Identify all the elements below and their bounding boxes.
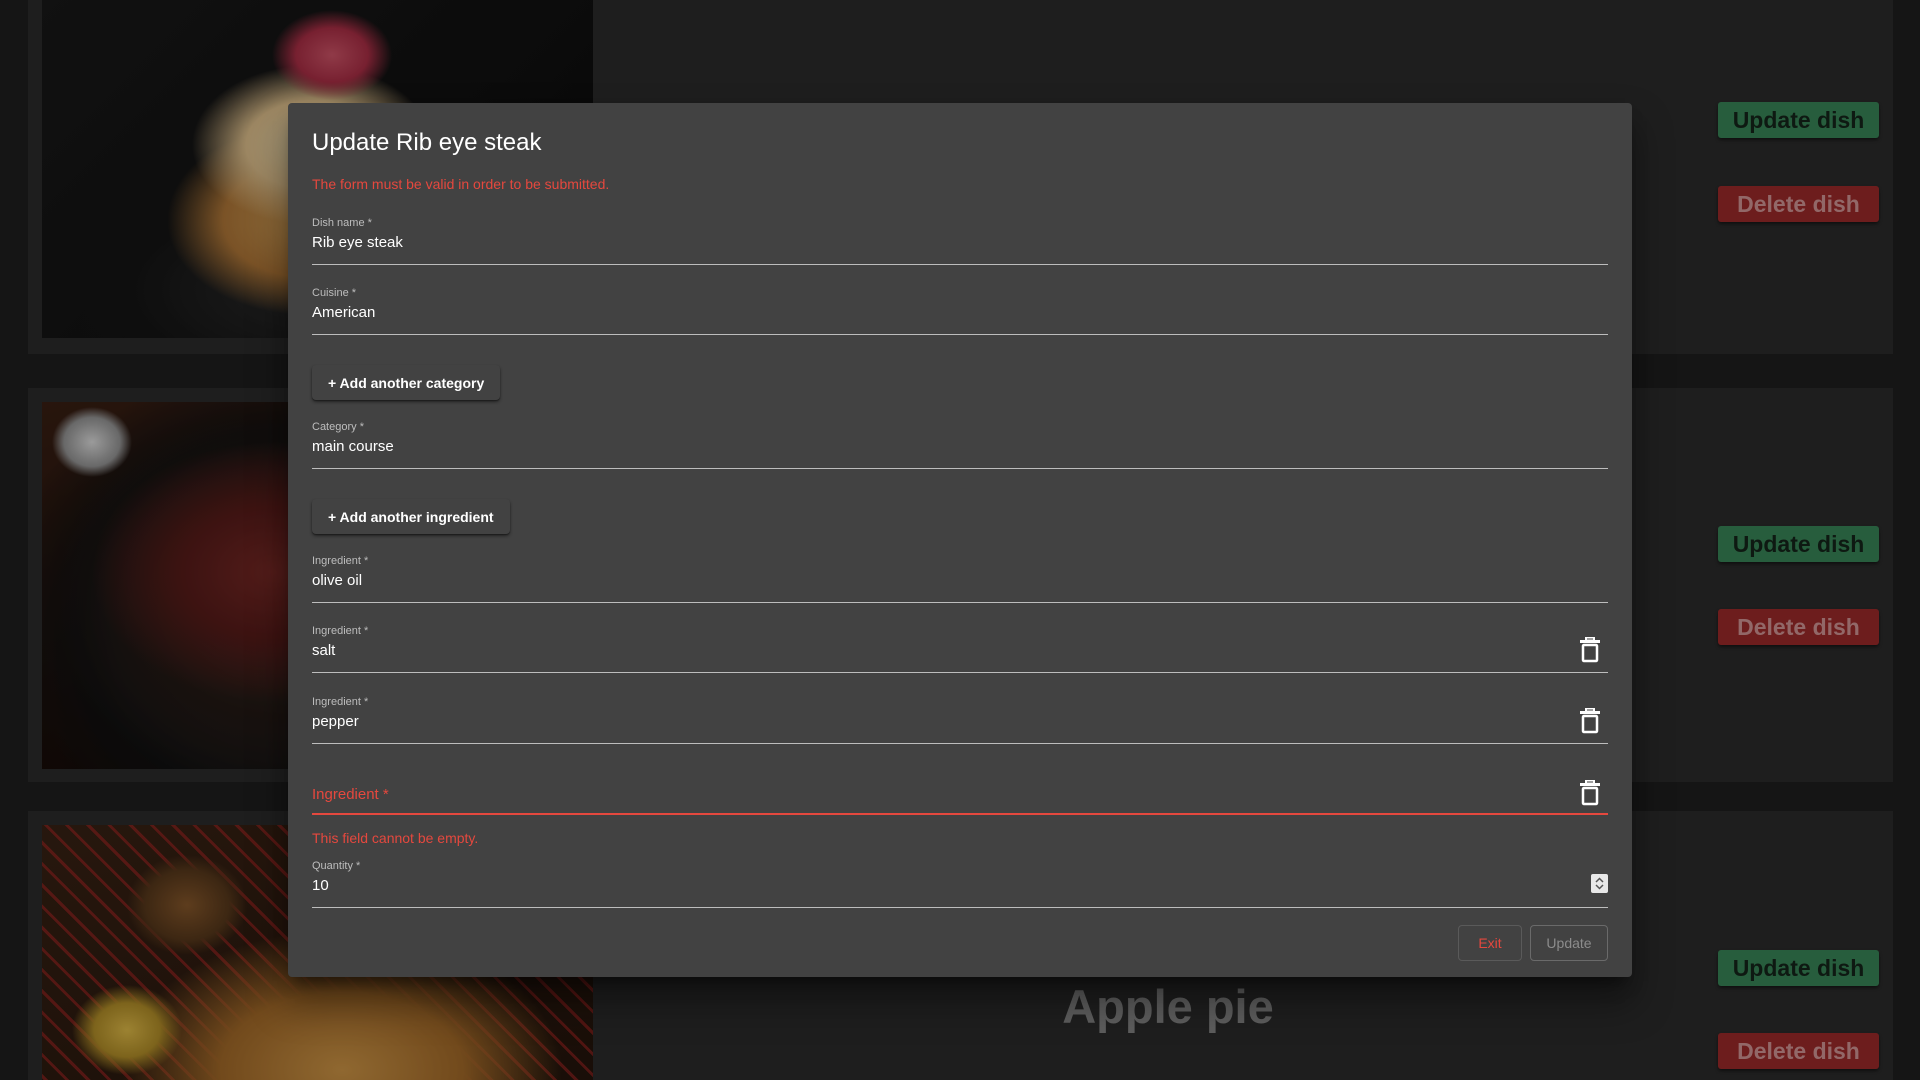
add-ingredient-button[interactable]: + Add another ingredient <box>312 499 510 534</box>
ingredient-input[interactable] <box>312 786 1552 803</box>
quantity-field: Quantity * <box>312 860 1608 908</box>
category-label: Category * <box>312 421 364 433</box>
quantity-input[interactable] <box>312 877 1552 894</box>
stepper-icon[interactable] <box>1591 874 1608 893</box>
category-field: Category * <box>312 421 1608 469</box>
ingredient-label: Ingredient * <box>312 625 369 637</box>
trash-icon[interactable] <box>1580 708 1600 734</box>
form-error-message: The form must be valid in order to be su… <box>312 176 610 192</box>
update-button[interactable]: Update <box>1530 925 1608 961</box>
ingredient-label: Ingredient * <box>312 696 369 708</box>
ingredient-input[interactable] <box>312 572 1552 589</box>
ingredient-field: Ingredient * <box>312 625 1608 673</box>
ingredient-input[interactable] <box>312 713 1552 730</box>
update-dish-dialog: Update Rib eye steak The form must be va… <box>288 103 1632 977</box>
quantity-label: Quantity * <box>312 860 361 872</box>
cuisine-input[interactable] <box>312 304 1552 321</box>
cuisine-label: Cuisine * <box>312 287 357 299</box>
trash-icon[interactable] <box>1580 637 1600 663</box>
exit-button[interactable]: Exit <box>1458 925 1522 961</box>
ingredient-input[interactable] <box>312 642 1552 659</box>
ingredient-field: Ingredient * <box>312 696 1608 744</box>
dish-name-label: Dish name * <box>312 217 372 229</box>
category-input[interactable] <box>312 438 1552 455</box>
ingredient-error-message: This field cannot be empty. <box>312 830 479 846</box>
ingredient-field: Ingredient * <box>312 555 1608 603</box>
dish-name-field: Dish name * <box>312 217 1608 265</box>
dialog-title: Update Rib eye steak <box>312 129 542 156</box>
cuisine-field: Cuisine * <box>312 287 1608 335</box>
dish-name-input[interactable] <box>312 234 1552 251</box>
trash-icon[interactable] <box>1580 780 1600 806</box>
ingredient-label: Ingredient * <box>312 555 369 567</box>
add-category-button[interactable]: + Add another category <box>312 365 501 400</box>
ingredient-field-invalid: Ingredient * <box>312 766 1608 815</box>
